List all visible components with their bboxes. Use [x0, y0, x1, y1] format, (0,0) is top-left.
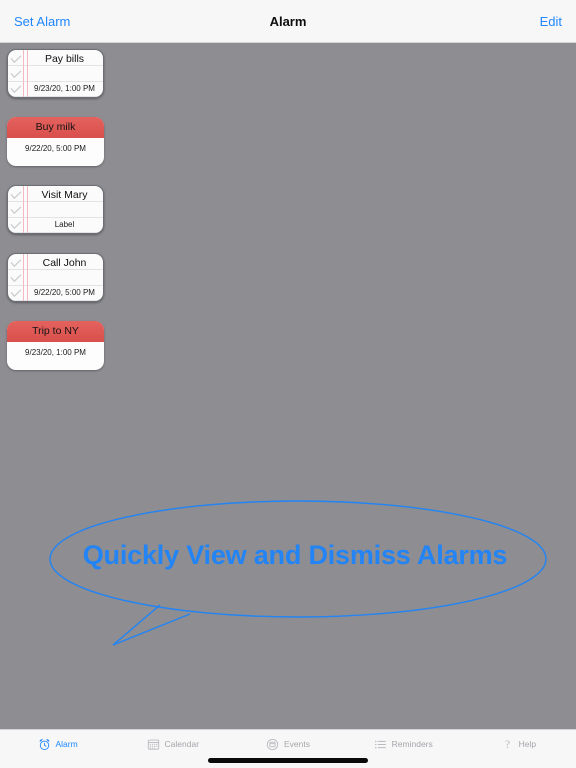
alarm-clock-icon [38, 738, 51, 751]
margin-line-left [23, 254, 25, 301]
alarm-card-list: Pay bills 9/23/20, 1:00 PM Buy milk 9/22… [7, 49, 105, 389]
tab-bar: Alarm Calendar Events Reminders ? Help [0, 729, 576, 768]
checkmark-column [10, 256, 23, 301]
tab-help[interactable]: ? Help [461, 734, 576, 754]
edit-button[interactable]: Edit [540, 15, 562, 28]
list-icon [374, 738, 387, 751]
margin-line-left [23, 50, 25, 97]
checkmark-icon [10, 289, 22, 298]
checkmark-icon [10, 206, 22, 215]
svg-text:?: ? [505, 739, 510, 751]
set-alarm-button[interactable]: Set Alarm [14, 15, 70, 28]
checkmark-column [10, 52, 23, 97]
bubble-tail [112, 604, 191, 646]
margin-line-left [23, 186, 25, 233]
tab-help-label: Help [518, 739, 537, 749]
question-mark-icon: ? [501, 737, 514, 751]
alarm-title: Pay bills [44, 53, 85, 65]
home-indicator[interactable] [208, 758, 368, 763]
calendar-icon [147, 738, 160, 751]
alarm-subtitle: 9/22/20, 5:00 PM [34, 288, 95, 297]
alarm-title: Buy milk [7, 117, 104, 138]
checkmark-icon [10, 191, 22, 200]
alarm-subtitle: 9/22/20, 5:00 PM [25, 144, 86, 153]
tab-calendar-label: Calendar [164, 739, 200, 749]
tab-events-label: Events [284, 739, 310, 749]
alarm-subtitle: 9/23/20, 1:00 PM [25, 348, 86, 357]
checkmark-icon [10, 85, 22, 94]
alarm-card[interactable]: Visit Mary Label [7, 185, 104, 234]
alarm-card[interactable]: Pay bills 9/23/20, 1:00 PM [7, 49, 104, 98]
callout-text: Quickly View and Dismiss Alarms [82, 540, 508, 570]
page-title: Alarm [269, 13, 307, 29]
checkmark-icon [10, 259, 22, 268]
tab-calendar[interactable]: Calendar [115, 734, 230, 754]
tab-alarm[interactable]: Alarm [0, 734, 115, 754]
alarm-subtitle: 9/23/20, 1:00 PM [34, 84, 95, 93]
alarm-card[interactable]: Trip to NY 9/23/20, 1:00 PM [7, 321, 104, 370]
tab-alarm-label: Alarm [55, 739, 78, 749]
checkmark-icon [10, 221, 22, 230]
checkmark-icon [10, 70, 22, 79]
tab-events[interactable]: Events [230, 734, 345, 754]
tab-reminders[interactable]: Reminders [346, 734, 461, 754]
alarm-card[interactable]: Call John 9/22/20, 5:00 PM [7, 253, 104, 302]
events-icon [266, 738, 279, 751]
alarm-list-area: Pay bills 9/23/20, 1:00 PM Buy milk 9/22… [0, 43, 576, 729]
checkmark-icon [10, 274, 22, 283]
navigation-bar: Set Alarm Alarm Edit [0, 0, 576, 43]
tab-reminders-label: Reminders [391, 739, 433, 749]
alarm-card[interactable]: Buy milk 9/22/20, 5:00 PM [7, 117, 104, 166]
checkmark-column [10, 188, 23, 233]
alarm-title: Visit Mary [41, 189, 88, 201]
alarm-subtitle: Label [54, 220, 75, 229]
alarm-title: Trip to NY [7, 321, 104, 342]
alarm-title: Call John [42, 257, 87, 269]
checkmark-icon [10, 55, 22, 64]
